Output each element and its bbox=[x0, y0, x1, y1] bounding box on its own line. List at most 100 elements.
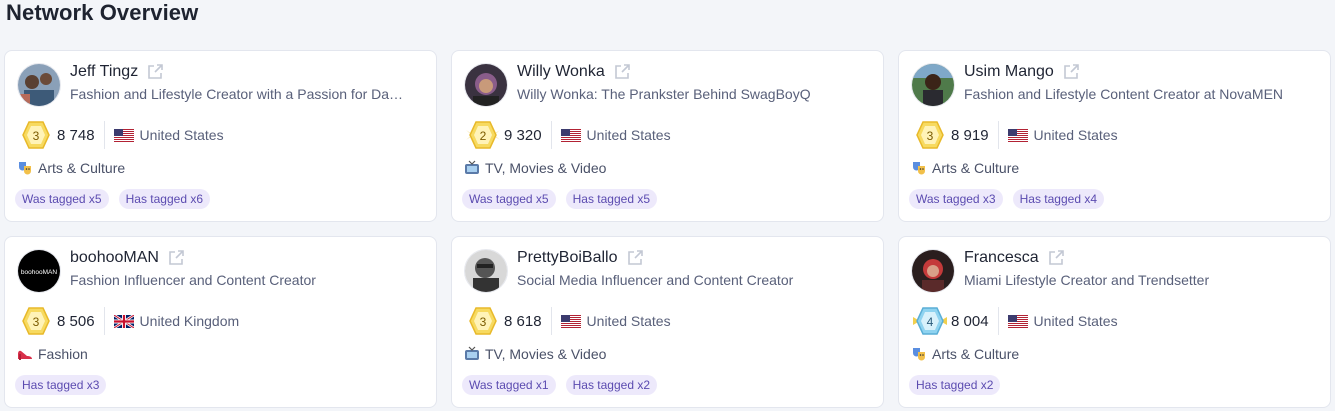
profile-card-boohooman[interactable]: boohooMAN boohooMAN Fashion Influencer a… bbox=[4, 236, 437, 408]
tag-chip[interactable]: Was tagged x5 bbox=[15, 189, 109, 209]
level-number: 3 bbox=[927, 129, 934, 143]
category-label: Arts & Culture bbox=[932, 160, 1020, 176]
profile-card-jeff-tingz[interactable]: Jeff Tingz Fashion and Lifestyle Creator… bbox=[4, 50, 437, 222]
divider bbox=[103, 121, 105, 149]
level-number: 4 bbox=[927, 315, 934, 329]
external-link-icon[interactable] bbox=[1047, 249, 1065, 267]
level-number: 3 bbox=[33, 315, 40, 329]
tag-chip[interactable]: Has tagged x6 bbox=[118, 189, 210, 209]
us-flag-icon bbox=[1007, 128, 1028, 142]
category: TV, Movies & Video bbox=[464, 160, 606, 176]
avatar[interactable] bbox=[911, 249, 955, 293]
country-label: United States bbox=[586, 127, 671, 143]
category-label: Fashion bbox=[38, 346, 88, 362]
tag-list: Was tagged x1 Has tagged x2 bbox=[462, 375, 657, 395]
high-heel-icon bbox=[18, 350, 32, 360]
profile-card-usim-mango[interactable]: Usim Mango Fashion and Lifestyle Content… bbox=[898, 50, 1331, 222]
profile-name[interactable]: boohooMAN bbox=[70, 249, 159, 267]
divider bbox=[550, 121, 552, 149]
level-badge-icon: 3 bbox=[22, 307, 50, 335]
theater-masks-icon bbox=[913, 348, 925, 361]
category: TV, Movies & Video bbox=[464, 346, 606, 362]
profile-description: Fashion and Lifestyle Creator with a Pas… bbox=[70, 86, 404, 102]
divider bbox=[997, 307, 999, 335]
country-label: United States bbox=[139, 127, 224, 143]
tag-chip[interactable]: Was tagged x5 bbox=[462, 189, 556, 209]
tag-list: Has tagged x3 bbox=[15, 375, 107, 395]
score-value: 8 004 bbox=[951, 312, 989, 330]
category-label: Arts & Culture bbox=[932, 346, 1020, 362]
score-value: 8 618 bbox=[504, 312, 542, 330]
category-label: TV, Movies & Video bbox=[485, 346, 607, 362]
page-title: Network Overview bbox=[6, 0, 199, 25]
category: Arts & Culture bbox=[911, 160, 1019, 176]
profile-stats: 2 9 320 United States bbox=[466, 121, 671, 149]
tag-chip[interactable]: Has tagged x3 bbox=[15, 375, 107, 395]
profile-stats: 4 8 004 United States bbox=[913, 307, 1118, 335]
avatar-logo-text: boohooMAN bbox=[21, 269, 57, 276]
divider bbox=[103, 307, 105, 335]
tag-chip[interactable]: Was tagged x3 bbox=[909, 189, 1003, 209]
tag-chip[interactable]: Has tagged x2 bbox=[909, 375, 1001, 395]
external-link-icon[interactable] bbox=[146, 63, 164, 81]
divider bbox=[997, 121, 999, 149]
avatar[interactable] bbox=[911, 63, 955, 107]
profile-name[interactable]: Usim Mango bbox=[964, 63, 1054, 81]
level-badge-icon: 2 bbox=[466, 121, 500, 149]
country-label: United Kingdom bbox=[139, 313, 240, 329]
avatar[interactable]: boohooMAN bbox=[17, 249, 61, 293]
profile-stats: 3 8 748 United States bbox=[19, 121, 224, 149]
score-value: 9 320 bbox=[504, 126, 542, 144]
category: Fashion bbox=[17, 346, 88, 362]
level-number: 3 bbox=[33, 129, 40, 143]
profile-description: Miami Lifestyle Creator and Trendsetter bbox=[964, 272, 1210, 288]
country-label: United States bbox=[1033, 313, 1118, 329]
profile-name[interactable]: Willy Wonka bbox=[517, 63, 605, 81]
profile-description: Fashion and Lifestyle Content Creator at… bbox=[964, 86, 1284, 102]
profile-stats: 3 8 506 United Kingdom bbox=[19, 307, 239, 335]
profile-description: Willy Wonka: The Prankster Behind SwagBo… bbox=[517, 86, 811, 102]
tag-chip[interactable]: Has tagged x5 bbox=[565, 189, 657, 209]
avatar[interactable] bbox=[17, 63, 61, 107]
avatar[interactable] bbox=[464, 249, 508, 293]
score-value: 8 919 bbox=[951, 126, 989, 144]
profile-name[interactable]: PrettyBoiBallo bbox=[517, 249, 618, 267]
score-value: 8 506 bbox=[57, 312, 95, 330]
profile-stats: 3 8 919 United States bbox=[913, 121, 1118, 149]
divider bbox=[550, 307, 552, 335]
uk-flag-icon bbox=[113, 314, 134, 328]
level-badge-icon: 3 bbox=[916, 121, 944, 149]
us-flag-icon bbox=[560, 128, 581, 142]
profile-name[interactable]: Jeff Tingz bbox=[70, 63, 138, 81]
external-link-icon[interactable] bbox=[626, 249, 644, 267]
tag-chip[interactable]: Was tagged x1 bbox=[462, 375, 556, 395]
category-label: TV, Movies & Video bbox=[485, 160, 607, 176]
level-badge-icon: 3 bbox=[22, 121, 50, 149]
tv-icon bbox=[465, 160, 479, 174]
tag-chip[interactable]: Has tagged x2 bbox=[565, 375, 657, 395]
profile-grid: Jeff Tingz Fashion and Lifestyle Creator… bbox=[4, 50, 1331, 408]
profile-card-willy-wonka[interactable]: Willy Wonka Willy Wonka: The Prankster B… bbox=[451, 50, 884, 222]
level-badge-icon: 3 bbox=[469, 307, 497, 335]
external-link-icon[interactable] bbox=[167, 249, 185, 267]
tag-list: Was tagged x3 Has tagged x4 bbox=[909, 189, 1104, 209]
category: Arts & Culture bbox=[17, 160, 125, 176]
us-flag-icon bbox=[113, 128, 134, 142]
profile-stats: 3 8 618 United States bbox=[466, 307, 671, 335]
profile-name[interactable]: Francesca bbox=[964, 249, 1039, 267]
us-flag-icon bbox=[1007, 314, 1028, 328]
external-link-icon[interactable] bbox=[1062, 63, 1080, 81]
tag-chip[interactable]: Has tagged x4 bbox=[1012, 189, 1104, 209]
us-flag-icon bbox=[560, 314, 581, 328]
tag-list: Was tagged x5 Has tagged x6 bbox=[15, 189, 210, 209]
tv-icon bbox=[465, 346, 479, 360]
tag-list: Has tagged x2 bbox=[909, 375, 1001, 395]
level-number: 3 bbox=[480, 315, 487, 329]
category-label: Arts & Culture bbox=[38, 160, 126, 176]
profile-card-prettyboiballo[interactable]: PrettyBoiBallo Social Media Influencer a… bbox=[451, 236, 884, 408]
profile-description: Social Media Influencer and Content Crea… bbox=[517, 272, 794, 288]
score-value: 8 748 bbox=[57, 126, 95, 144]
profile-card-francesca[interactable]: Francesca Miami Lifestyle Creator and Tr… bbox=[898, 236, 1331, 408]
avatar[interactable] bbox=[464, 63, 508, 107]
external-link-icon[interactable] bbox=[613, 63, 631, 81]
